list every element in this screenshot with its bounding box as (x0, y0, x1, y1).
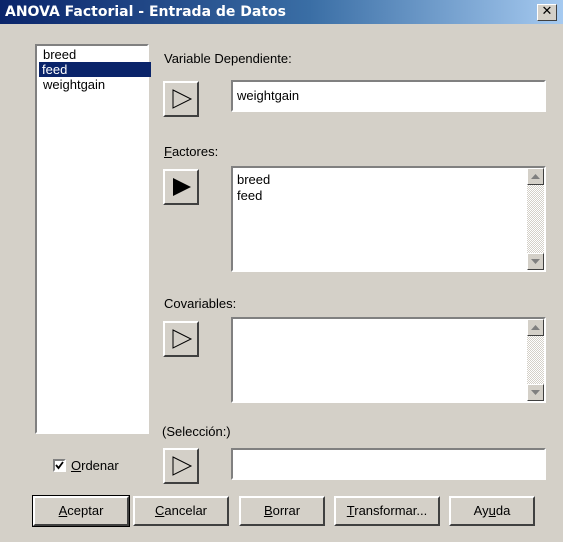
arrow-right-icon (172, 89, 193, 109)
cancelar-button[interactable]: Cancelar (133, 496, 229, 526)
close-icon: ✕ (541, 4, 553, 19)
factors-scrollbar[interactable] (527, 168, 544, 270)
scroll-up-icon (531, 325, 540, 330)
scroll-up-button[interactable] (527, 319, 544, 336)
aceptar-mnemonic: A (58, 503, 68, 518)
variable-list[interactable]: breed feed weightgain (35, 44, 151, 434)
close-button[interactable]: ✕ (537, 4, 557, 21)
selection-field[interactable] (231, 448, 546, 480)
ayuda-label-end: da (495, 503, 511, 518)
factors-label-text: actores: (171, 144, 219, 159)
factors-label-mnemonic: F (164, 144, 172, 159)
cancelar-label: ancelar (164, 503, 208, 518)
list-item[interactable]: weightgain (40, 77, 108, 92)
aceptar-label: ceptar (67, 503, 104, 518)
aceptar-button[interactable]: Aceptar (32, 495, 130, 527)
factors-label: Factores: (164, 144, 218, 159)
ayuda-label-start: Ay (473, 503, 489, 518)
ayuda-mnemonic: u (488, 503, 496, 518)
borrar-button[interactable]: Borrar (239, 496, 325, 526)
ordenar-mnemonic: O (71, 458, 82, 473)
dependent-variable-label: Variable Dependiente: (164, 51, 292, 66)
list-item[interactable]: feed (237, 188, 262, 203)
ayuda-button[interactable]: Ayuda (449, 496, 535, 526)
ordenar-label[interactable]: Ordenar (71, 458, 119, 473)
transformar-button[interactable]: Transformar... (334, 496, 440, 526)
borrar-mnemonic: B (263, 503, 273, 518)
dependent-variable-field[interactable]: weightgain (231, 80, 546, 112)
arrow-right-icon (172, 456, 193, 476)
list-item-label: breed (43, 47, 77, 62)
scroll-down-icon (531, 259, 540, 264)
list-item[interactable]: breed (40, 47, 79, 62)
title-bar: ANOVA Factorial - Entrada de Datos ✕ (0, 0, 563, 24)
selection-arrow-button[interactable] (163, 448, 199, 484)
list-item[interactable]: breed (237, 172, 270, 187)
anova-dialog: ANOVA Factorial - Entrada de Datos ✕ bre… (0, 0, 563, 542)
scroll-down-icon (531, 390, 540, 395)
list-item-label: weightgain (43, 77, 106, 92)
scroll-up-icon (531, 174, 540, 179)
cancelar-mnemonic: C (154, 503, 165, 518)
arrow-right-icon (173, 178, 191, 196)
factors-arrow-button[interactable] (163, 169, 199, 205)
scroll-down-button[interactable] (527, 384, 544, 401)
covariables-scrollbar[interactable] (527, 319, 544, 401)
arrow-right-icon (172, 329, 193, 349)
ordenar-text: rdenar (81, 458, 119, 473)
scroll-up-button[interactable] (527, 168, 544, 185)
list-item-label: feed (42, 62, 68, 77)
selection-label: (Selección:) (162, 424, 231, 439)
covariables-arrow-button[interactable] (163, 321, 199, 357)
dependent-arrow-button[interactable] (163, 81, 199, 117)
list-item[interactable]: feed (39, 62, 151, 77)
transformar-label: ransformar... (354, 503, 428, 518)
covariables-label: Covariables: (164, 296, 237, 311)
checkmark-icon (55, 461, 64, 470)
factors-list[interactable]: breed feed (231, 166, 546, 272)
covariables-list[interactable] (231, 317, 546, 403)
ordenar-checkbox[interactable] (53, 459, 66, 472)
window-title: ANOVA Factorial - Entrada de Datos (5, 4, 286, 20)
borrar-label: orrar (272, 503, 301, 518)
scroll-down-button[interactable] (527, 253, 544, 270)
dependent-variable-value: weightgain (237, 88, 300, 103)
